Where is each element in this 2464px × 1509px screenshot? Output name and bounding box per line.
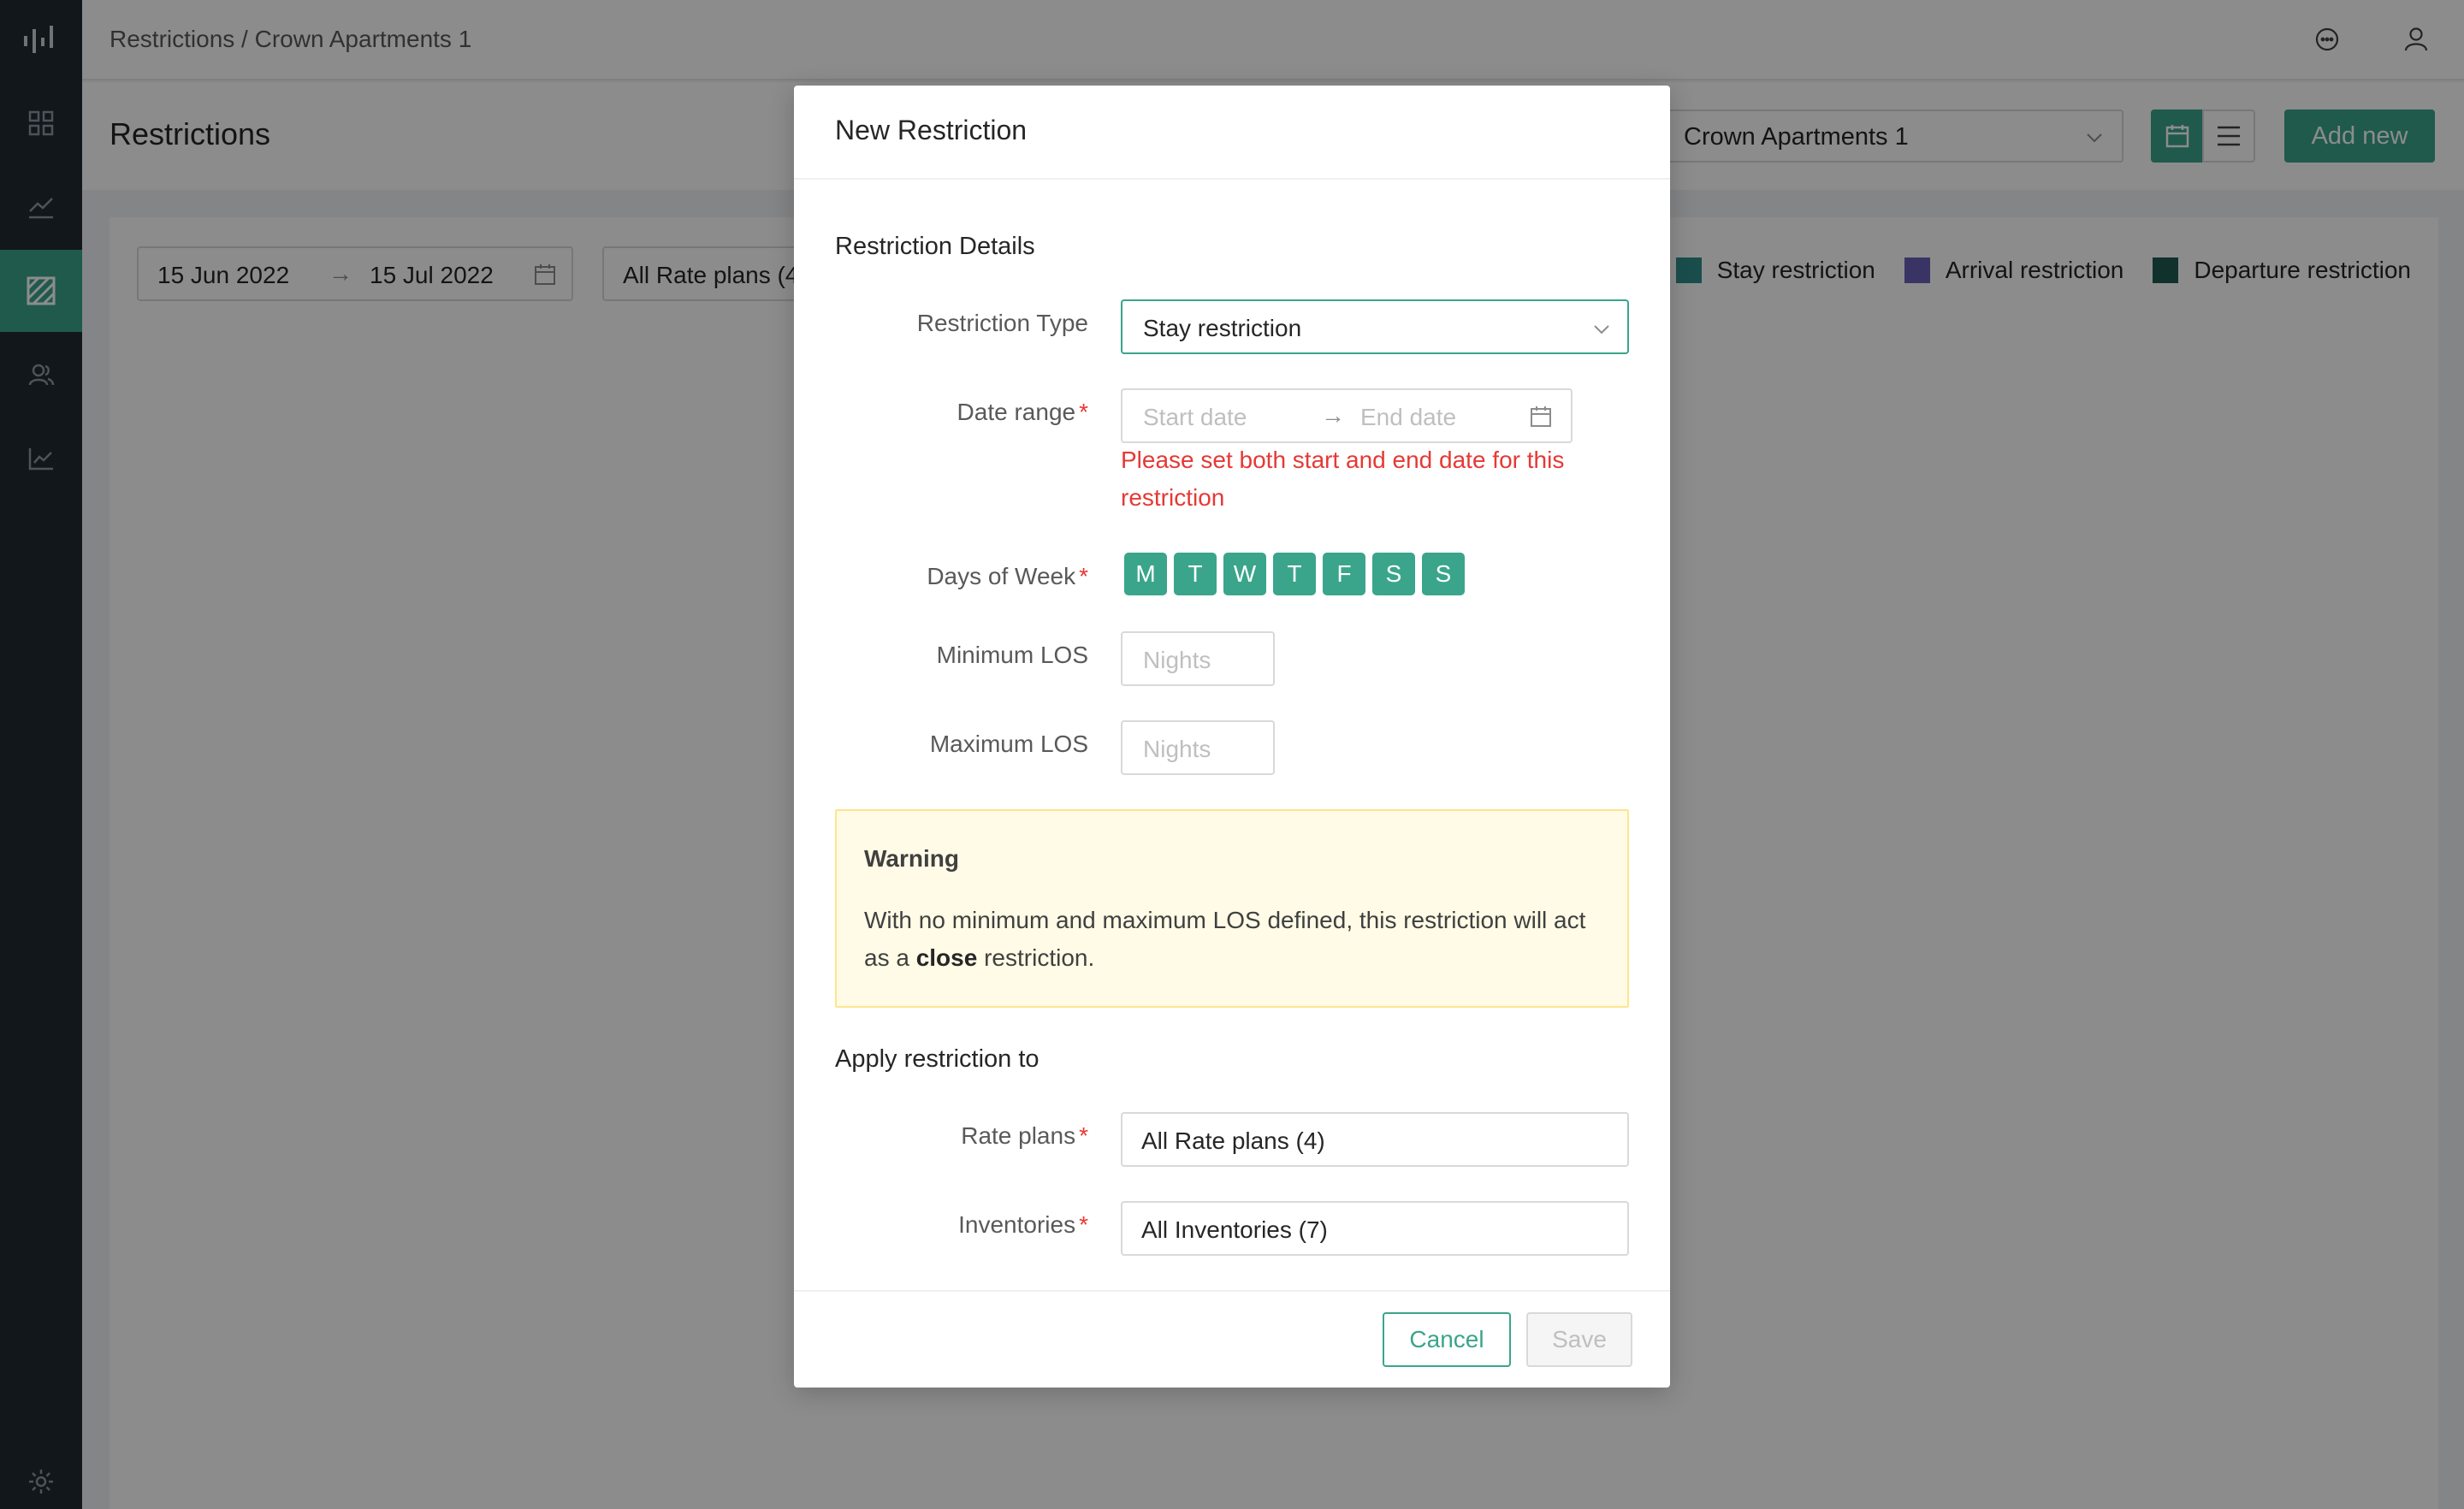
save-button[interactable]: Save (1526, 1312, 1632, 1367)
maximum-los-input[interactable]: Nights (1121, 720, 1275, 775)
start-date-input[interactable]: Start date (1143, 404, 1247, 431)
date-range-picker[interactable]: Start date → End date (1121, 388, 1573, 443)
date-range-error: Please set both start and end date for t… (1121, 447, 1565, 511)
restriction-details-title: Restriction Details (835, 233, 1035, 260)
rate-plans-label: Rate plans * (961, 1122, 1088, 1149)
inventories-label: Inventories * (958, 1211, 1088, 1238)
modal-title: New Restriction (835, 115, 1028, 145)
restriction-type-select[interactable]: Stay restriction (1121, 299, 1629, 354)
inventories-select[interactable]: All Inventories (7) (1121, 1201, 1629, 1256)
apply-restriction-title: Apply restriction to (835, 1045, 1040, 1073)
minimum-los-placeholder: Nights (1143, 647, 1211, 673)
warning-alert: Warning With no minimum and maximum LOS … (835, 809, 1629, 1008)
warning-title: Warning (864, 845, 959, 872)
end-date-input[interactable]: End date (1360, 404, 1456, 431)
cancel-button[interactable]: Cancel (1383, 1312, 1511, 1367)
day-toggle-wednesday[interactable]: W (1223, 553, 1266, 595)
minimum-los-label: Minimum LOS (936, 642, 1088, 668)
maximum-los-placeholder: Nights (1143, 736, 1211, 762)
modal-footer: Cancel Save (794, 1290, 1670, 1388)
days-of-week-label: Days of Week * (927, 563, 1088, 589)
maximum-los-label: Maximum LOS (929, 731, 1088, 757)
day-toggle-sunday[interactable]: S (1422, 553, 1465, 595)
arrow-right-icon: → (1321, 402, 1345, 429)
rate-plans-value: All Rate plans (4) (1141, 1127, 1325, 1154)
days-of-week: M T W T F S S (1124, 553, 1472, 595)
warning-message: With no minimum and maximum LOS defined,… (864, 907, 1586, 971)
day-toggle-tuesday[interactable]: T (1174, 553, 1217, 595)
modal-header: New Restriction (794, 86, 1670, 180)
restriction-type-value: Stay restriction (1143, 315, 1302, 341)
day-toggle-saturday[interactable]: S (1372, 553, 1415, 595)
date-range-label: Date range * (957, 399, 1088, 425)
day-toggle-monday[interactable]: M (1124, 553, 1167, 595)
new-restriction-modal: New Restriction Restriction Details Rest… (794, 86, 1670, 1388)
day-toggle-friday[interactable]: F (1323, 553, 1365, 595)
minimum-los-input[interactable]: Nights (1121, 631, 1275, 686)
calendar-icon (1530, 405, 1552, 434)
restriction-type-label: Restriction Type (916, 310, 1088, 336)
chevron-down-icon (1591, 318, 1612, 346)
inventories-value: All Inventories (7) (1141, 1216, 1328, 1243)
rate-plans-select[interactable]: All Rate plans (4) (1121, 1112, 1629, 1167)
day-toggle-thursday[interactable]: T (1273, 553, 1316, 595)
